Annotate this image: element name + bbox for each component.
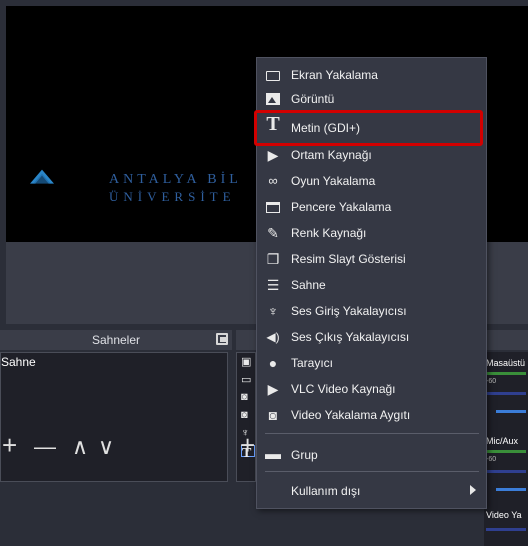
image-icon [264,91,282,107]
audio-mixer-dock: Masaüstü -60 Mic/Aux -60 Video Ya [484,330,528,546]
sources-list[interactable]: ▣ ▭ ◙ ◙ ♆ T [236,352,256,482]
move-scene-up-button[interactable]: ∧ [72,436,88,458]
globe-icon: ● [268,355,278,371]
monitor-icon: ▭ [241,374,252,386]
sources-dock-title [236,330,256,350]
mixer-panel: Masaüstü -60 Mic/Aux -60 Video Ya [484,352,528,546]
volume-meter [486,450,526,453]
add-scene-button[interactable]: + [2,432,17,458]
menu-separator [265,433,479,434]
mixer-channel-label: Video Ya [486,510,522,520]
brush-icon: ✎ [267,225,279,241]
menu-separator [265,471,479,472]
volume-meter [486,392,526,395]
menu-item-audio-output-capture[interactable]: ◀) Ses Çıkış Yakalayıcısı [258,324,486,350]
undock-icon[interactable] [216,333,228,345]
camera-icon: ◙ [241,409,248,421]
monitor-icon [264,67,282,83]
volume-slider[interactable] [496,488,526,491]
highlight-box [254,110,483,146]
menu-item-color-source[interactable]: ✎ Renk Kaynağı [258,220,486,246]
logo-text-line1: ANTALYA BİL [109,172,242,187]
remove-scene-button[interactable]: — [34,436,56,458]
scenes-dock: Sahneler Sahne + — ∧ ∨ [0,330,232,546]
scene-item[interactable]: Sahne [1,353,227,373]
menu-item-browser[interactable]: ● Tarayıcı [258,350,486,376]
volume-meter [486,372,526,375]
menu-item-scene[interactable]: ☰ Sahne [258,272,486,298]
menu-item-screen-capture[interactable]: Ekran Yakalama [258,62,486,88]
speaker-icon: ◀) [266,330,280,344]
mixer-channel-label: Mic/Aux [486,436,519,446]
scenes-list[interactable]: Sahne [0,352,228,482]
move-scene-down-button[interactable]: ∨ [98,436,114,458]
folder-icon: ▬ [265,446,281,463]
logo-text-line2: ÜNİVERSİTE [109,189,236,204]
menu-item-image[interactable]: Görüntü [258,86,486,112]
menu-item-video-capture-device[interactable]: ◙ Video Yakalama Aygıtı [258,402,486,428]
menu-item-window-capture[interactable]: Pencere Yakalama [258,194,486,220]
slideshow-icon: ❐ [266,251,280,267]
obs-window: ANTALYA BİL ÜNİVERSİTE Sahneler Sahne + … [0,0,528,546]
play-icon: ▶ [267,147,279,163]
menu-item-vlc-video-source[interactable]: ▶ VLC Video Kaynağı [258,376,486,402]
gamepad-icon: ∞ [268,173,278,188]
list-icon: ☰ [266,277,280,293]
mixer-dock-title [484,330,528,350]
play-icon: ▶ [267,381,279,397]
mixer-scale-label: -60 [486,456,497,463]
microphone-icon: ♆ [267,303,279,319]
image-icon: ▣ [241,356,252,368]
submenu-arrow-icon [470,485,476,495]
camera-icon: ◙ [268,407,278,423]
menu-item-game-capture[interactable]: ∞ Oyun Yakalama [258,168,486,194]
menu-item-audio-input-capture[interactable]: ♆ Ses Giriş Yakalayıcısı [258,298,486,324]
window-icon [264,199,282,215]
menu-item-deprecated[interactable]: Kullanım dışı [258,478,486,504]
antalya-logo-icon [30,169,54,184]
menu-item-group[interactable]: ▬ Grup [258,442,486,468]
menu-item-image-slideshow[interactable]: ❐ Resim Slayt Gösterisi [258,246,486,272]
scenes-dock-title: Sahneler [0,330,232,350]
add-source-button[interactable]: + [240,432,255,458]
mixer-scale-label: -60 [486,378,497,385]
camera-icon: ◙ [241,391,248,403]
mixer-channel-label: Masaüstü [486,358,526,368]
volume-meter [486,528,526,531]
volume-meter [486,470,526,473]
volume-slider[interactable] [496,410,526,413]
